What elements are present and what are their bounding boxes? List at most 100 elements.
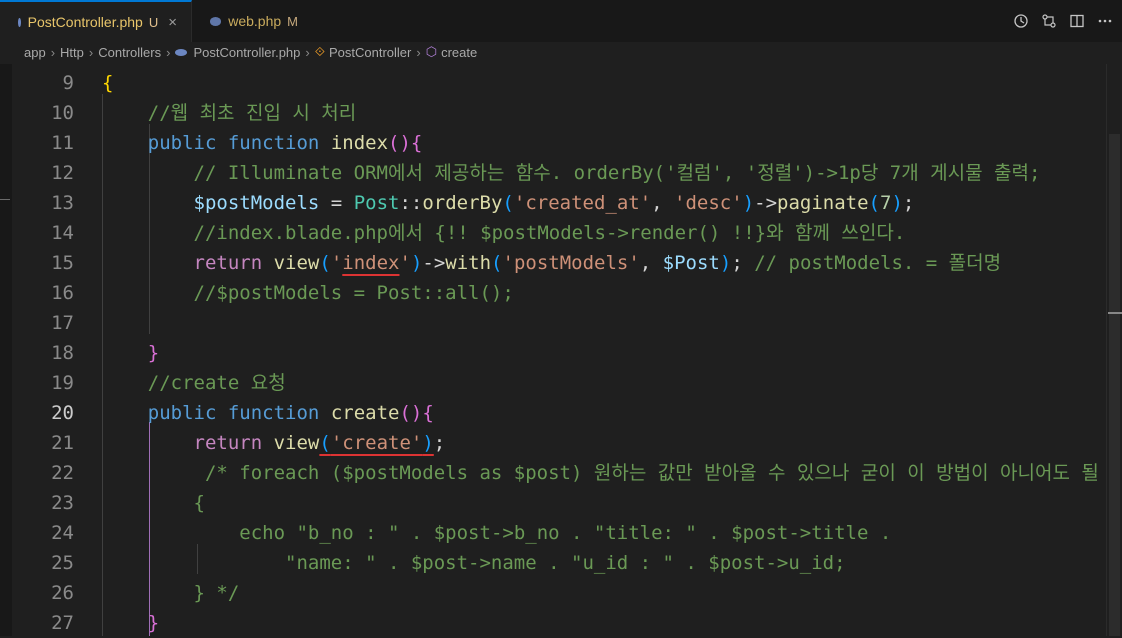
scrollbar-thumb[interactable] [1109, 134, 1120, 636]
code-token: "name: " . $post->name . "u_id : " . $po… [285, 552, 846, 574]
code-token: { [102, 72, 114, 94]
history-icon[interactable] [1012, 12, 1030, 30]
tab-postcontroller[interactable]: PostController.php U × [0, 0, 192, 42]
code-token: , [651, 192, 675, 214]
code-line[interactable]: $postModels = Post::orderBy('created_at'… [102, 188, 915, 218]
code-line[interactable]: { [102, 488, 205, 518]
split-editor-icon[interactable] [1068, 12, 1086, 30]
code-line[interactable]: } */ [102, 578, 240, 608]
code-token: ' [330, 252, 343, 274]
code-token: ( [319, 252, 331, 274]
code-token: } [147, 342, 160, 364]
code-area[interactable]: { //웹 최초 진입 시 처리 public function index()… [102, 64, 1106, 636]
scrollbar-marker [1108, 312, 1122, 314]
code-token: echo "b_no : " . $post->b_no . "title: "… [239, 522, 892, 544]
line-number: 19 [51, 372, 74, 394]
php-file-icon [210, 16, 222, 26]
chevron-right-icon: › [416, 44, 421, 60]
breadcrumb-class[interactable]: PostController [329, 45, 411, 60]
code-line[interactable]: "name: " . $post->name . "u_id : " . $po… [102, 548, 846, 578]
code-token: // postModels. = 폴더명 [754, 252, 1002, 274]
line-number: 13 [51, 192, 74, 214]
breadcrumb-http[interactable]: Http [60, 45, 84, 60]
line-number-gutter: 9 10 11 12 13 14 15 16 17 18 19 20 21 22 23 24 25 26 27 [12, 64, 90, 636]
code-token: return [193, 432, 263, 454]
code-line[interactable]: { [102, 68, 113, 98]
line-number: 11 [51, 132, 74, 154]
breadcrumb-app[interactable]: app [24, 45, 46, 60]
code-token: :: [399, 192, 423, 214]
line-number: 27 [51, 612, 74, 634]
line-number: 22 [51, 462, 74, 484]
code-token: with [445, 252, 492, 274]
code-token: ( [491, 252, 503, 274]
code-token: //create 요청 [147, 372, 286, 394]
code-line[interactable]: } [102, 338, 159, 368]
tab-status-untracked: U [148, 14, 159, 30]
code-line[interactable]: /* foreach ($postModels as $post) 원하는 값만… [102, 458, 1099, 488]
code-token: paginate [777, 192, 869, 214]
chevron-right-icon: › [166, 44, 171, 60]
code-line[interactable]: // Illuminate ORM에서 제공하는 함수. orderBy('컬럼… [102, 158, 1041, 188]
divider [0, 199, 10, 200]
close-icon[interactable]: × [168, 14, 177, 31]
code-line[interactable]: echo "b_no : " . $post->b_no . "title: "… [102, 518, 891, 548]
vertical-scrollbar[interactable] [1106, 64, 1122, 636]
code-token: ) [422, 432, 434, 454]
line-number: 9 [62, 72, 74, 94]
compare-changes-icon[interactable] [1040, 12, 1058, 30]
tab-status-modified: M [287, 13, 298, 29]
code-token: { [410, 132, 423, 154]
code-token: ( [868, 192, 880, 214]
code-token: view [273, 432, 320, 454]
more-actions-icon[interactable] [1096, 12, 1114, 30]
tab-web[interactable]: web.php M [192, 0, 312, 42]
code-token: } [147, 612, 160, 634]
line-number: 24 [51, 522, 74, 544]
code-token: 'postModels' [502, 252, 640, 274]
code-token: ) [410, 252, 423, 274]
method-icon: ⬡ [425, 44, 438, 59]
class-icon: ⟐ [314, 44, 325, 59]
code-line[interactable]: //index.blade.php에서 {!! $postModels->ren… [102, 218, 906, 248]
line-number: 21 [51, 432, 74, 454]
breadcrumb-controllers[interactable]: Controllers [98, 45, 161, 60]
breadcrumb-file[interactable]: PostController.php [193, 45, 300, 60]
code-token: { [193, 492, 205, 514]
code-token: $postModels [193, 192, 320, 214]
code-token: () [399, 402, 423, 424]
tab-label: web.php [228, 13, 282, 29]
line-number: 23 [51, 492, 74, 514]
code-token: ; [433, 432, 446, 454]
code-line[interactable]: return view('index')->with('postModels',… [102, 248, 1002, 278]
code-token: view [273, 252, 320, 274]
code-token: () [388, 132, 411, 154]
code-line[interactable]: public function create(){ [102, 398, 434, 428]
code-line[interactable]: } [102, 608, 159, 636]
code-token: function [227, 132, 320, 154]
code-line[interactable]: //$postModels = Post::all(); [102, 278, 514, 308]
code-line[interactable]: //웹 최초 진입 시 처리 [102, 98, 356, 128]
code-line[interactable]: return view('create'); [102, 428, 446, 458]
code-token: /* foreach ($postModels as $post) 원하는 값만… [204, 462, 1099, 484]
code-line[interactable]: public function index(){ [102, 128, 423, 158]
code-editor[interactable]: 9 10 11 12 13 14 15 16 17 18 19 20 21 22 23 24 25 26 27 { … [0, 64, 1122, 636]
code-token: index [342, 252, 400, 274]
code-line[interactable]: //create 요청 [102, 368, 286, 398]
tab-label: PostController.php [27, 14, 143, 30]
breadcrumb-method[interactable]: create [441, 45, 477, 60]
